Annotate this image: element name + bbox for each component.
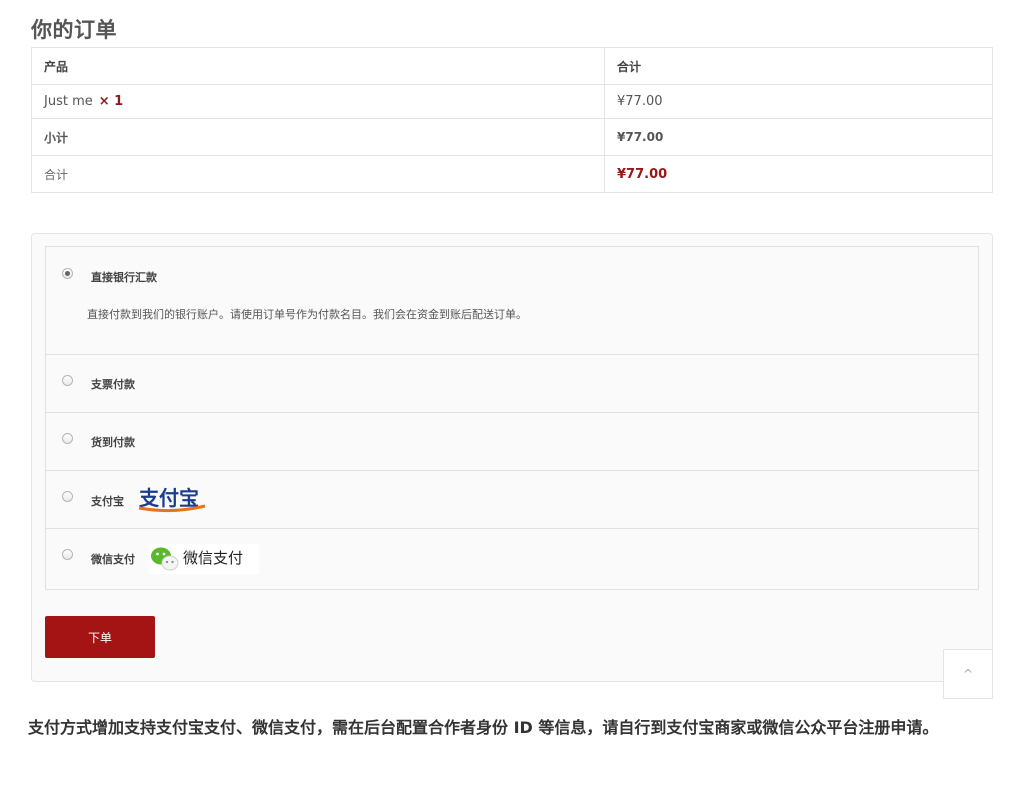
header-total: 合计 [604,47,993,85]
payment-label-alipay: 支付宝 [91,495,124,508]
wechat-logo-text: 微信支付 [183,549,244,567]
radio-cod[interactable] [62,433,73,444]
subtotal-value: ¥77.00 [604,118,993,156]
total-row: 合计 ¥77.00 [31,155,993,193]
place-order-button[interactable]: 下单 [45,616,155,658]
wechat-logo: 微信支付 [149,544,259,574]
payment-method-wechat[interactable]: 微信支付 微信支付 [46,529,978,591]
product-name: Just me [44,94,93,109]
radio-alipay[interactable] [62,491,73,502]
wechat-icon [151,547,179,571]
product-price: ¥77.00 [604,84,993,119]
subtotal-label: 小计 [31,118,605,156]
header-product: 产品 [31,47,605,85]
order-table: 产品 合计 Just me × 1 ¥77.00 小计 ¥77.00 合计 ¥77… [31,47,993,193]
radio-bacs[interactable] [62,268,73,279]
payment-label-cheque: 支票付款 [91,378,135,391]
payment-label-bacs: 直接银行汇款 [91,271,157,284]
subtotal-row: 小计 ¥77.00 [31,118,993,156]
table-header-row: 产品 合计 [31,47,993,85]
total-label: 合计 [31,155,605,193]
scroll-to-top-button[interactable]: ^ [943,649,993,699]
payment-methods: 直接银行汇款 直接付款到我们的银行账户。请使用订单号作为付款名目。我们会在资金到… [45,246,979,590]
product-cell: Just me × 1 [31,84,605,119]
payment-label-wechat: 微信支付 [91,553,135,566]
alipay-logo-text: 支付宝 [139,486,199,510]
alipay-logo-icon: 支付宝 [138,486,206,513]
total-value: ¥77.00 [604,155,993,193]
product-qty: × 1 [98,94,124,109]
payment-box: 直接银行汇款 直接付款到我们的银行账户。请使用订单号作为付款名目。我们会在资金到… [31,233,993,682]
payment-method-cheque[interactable]: 支票付款 [46,355,978,413]
page-title: 你的订单 [31,18,117,42]
table-row: Just me × 1 ¥77.00 [31,84,993,119]
chevron-up-icon: ^ [963,667,974,681]
payment-note: 支付方式增加支持支付宝支付、微信支付，需在后台配置合作者身份 ID 等信息，请自… [28,718,939,737]
payment-label-cod: 货到付款 [91,436,135,449]
payment-method-bacs[interactable]: 直接银行汇款 直接付款到我们的银行账户。请使用订单号作为付款名目。我们会在资金到… [46,247,978,355]
payment-method-cod[interactable]: 货到付款 [46,413,978,471]
payment-method-alipay[interactable]: 支付宝 支付宝 [46,471,978,529]
radio-wechat[interactable] [62,549,73,560]
payment-desc-bacs: 直接付款到我们的银行账户。请使用订单号作为付款名目。我们会在资金到账后配送订单。 [87,308,527,321]
radio-cheque[interactable] [62,375,73,386]
